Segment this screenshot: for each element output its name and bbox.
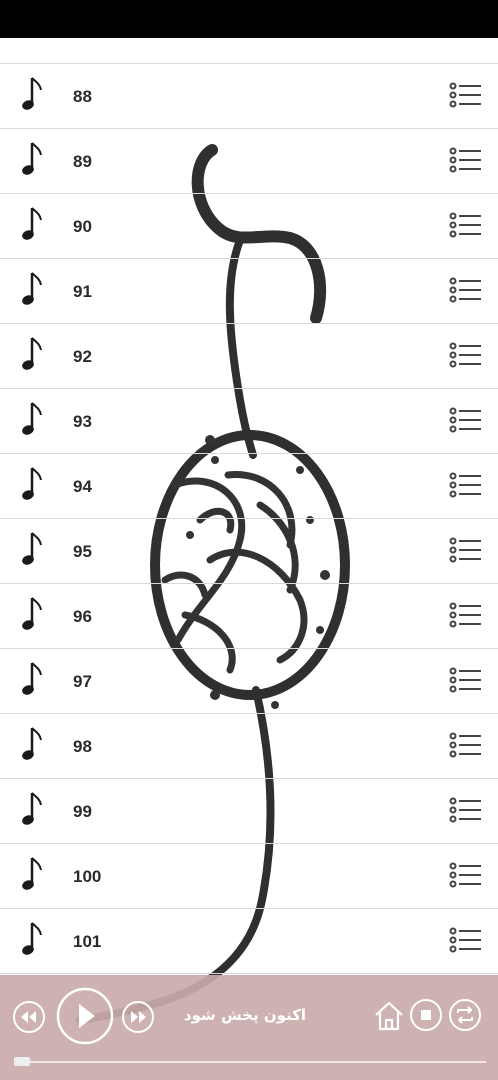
stop-icon[interactable] <box>409 998 443 1032</box>
rewind-icon[interactable] <box>12 1000 46 1034</box>
track-list: 88 89 90 91 92 93 94 95 96 97 98 99 100 … <box>0 38 498 975</box>
list-menu-icon[interactable] <box>449 731 483 759</box>
music-note-icon <box>22 727 42 760</box>
list-menu-icon[interactable] <box>449 276 483 304</box>
status-bar <box>0 0 498 38</box>
music-note-icon <box>22 792 42 825</box>
music-note-icon <box>22 77 42 110</box>
music-note-icon <box>22 207 42 240</box>
now-playing-label: اکنون پخش شود <box>183 1006 307 1024</box>
track-number: 88 <box>73 87 92 106</box>
music-note-icon <box>22 272 42 305</box>
player-bar <box>0 975 498 1080</box>
list-menu-icon[interactable] <box>449 796 483 824</box>
music-note-icon <box>22 142 42 175</box>
repeat-icon[interactable] <box>448 998 482 1032</box>
track-number: 92 <box>73 347 92 366</box>
list-menu-icon[interactable] <box>449 211 483 239</box>
music-note-icon <box>22 857 42 890</box>
track-row[interactable]: 100 <box>0 844 498 909</box>
music-note-icon <box>22 662 42 695</box>
track-number: 95 <box>73 542 92 561</box>
track-number: 91 <box>73 282 92 301</box>
track-row[interactable]: 99 <box>0 779 498 844</box>
list-menu-icon[interactable] <box>449 341 483 369</box>
music-note-icon <box>22 922 42 955</box>
track-row[interactable]: 98 <box>0 714 498 779</box>
track-row[interactable]: 91 <box>0 259 498 324</box>
track-number: 98 <box>73 737 92 756</box>
list-menu-icon[interactable] <box>449 406 483 434</box>
track-number: 89 <box>73 152 92 171</box>
track-number: 100 <box>73 867 102 886</box>
track-row[interactable]: 97 <box>0 649 498 714</box>
home-icon[interactable] <box>372 999 406 1033</box>
list-menu-icon[interactable] <box>449 81 483 109</box>
track-row[interactable]: 92 <box>0 324 498 389</box>
track-number: 93 <box>73 412 92 431</box>
track-number: 97 <box>73 672 92 691</box>
track-row[interactable]: 88 <box>0 64 498 129</box>
music-note-icon <box>22 467 42 500</box>
partial-row <box>0 38 498 64</box>
track-row[interactable]: 95 <box>0 519 498 584</box>
play-icon[interactable] <box>55 986 115 1046</box>
track-number: 101 <box>73 932 102 951</box>
list-menu-icon[interactable] <box>449 666 483 694</box>
music-note-icon <box>22 597 42 630</box>
list-menu-icon[interactable] <box>449 926 483 954</box>
track-row[interactable]: 96 <box>0 584 498 649</box>
track-row[interactable]: 89 <box>0 129 498 194</box>
track-number: 96 <box>73 607 92 626</box>
music-note-icon <box>22 532 42 565</box>
track-row[interactable]: 93 <box>0 389 498 454</box>
progress-track[interactable] <box>14 1061 486 1063</box>
track-number: 99 <box>73 802 92 821</box>
music-note-icon <box>22 402 42 435</box>
list-menu-icon[interactable] <box>449 861 483 889</box>
list-menu-icon[interactable] <box>449 601 483 629</box>
track-number: 90 <box>73 217 92 236</box>
fast-forward-icon[interactable] <box>121 1000 155 1034</box>
list-menu-icon[interactable] <box>449 146 483 174</box>
music-note-icon <box>22 337 42 370</box>
track-row[interactable]: 101 <box>0 909 498 974</box>
list-menu-icon[interactable] <box>449 536 483 564</box>
progress-thumb[interactable] <box>14 1057 30 1066</box>
track-row[interactable]: 94 <box>0 454 498 519</box>
track-number: 94 <box>73 477 92 496</box>
list-menu-icon[interactable] <box>449 471 483 499</box>
track-row[interactable]: 90 <box>0 194 498 259</box>
